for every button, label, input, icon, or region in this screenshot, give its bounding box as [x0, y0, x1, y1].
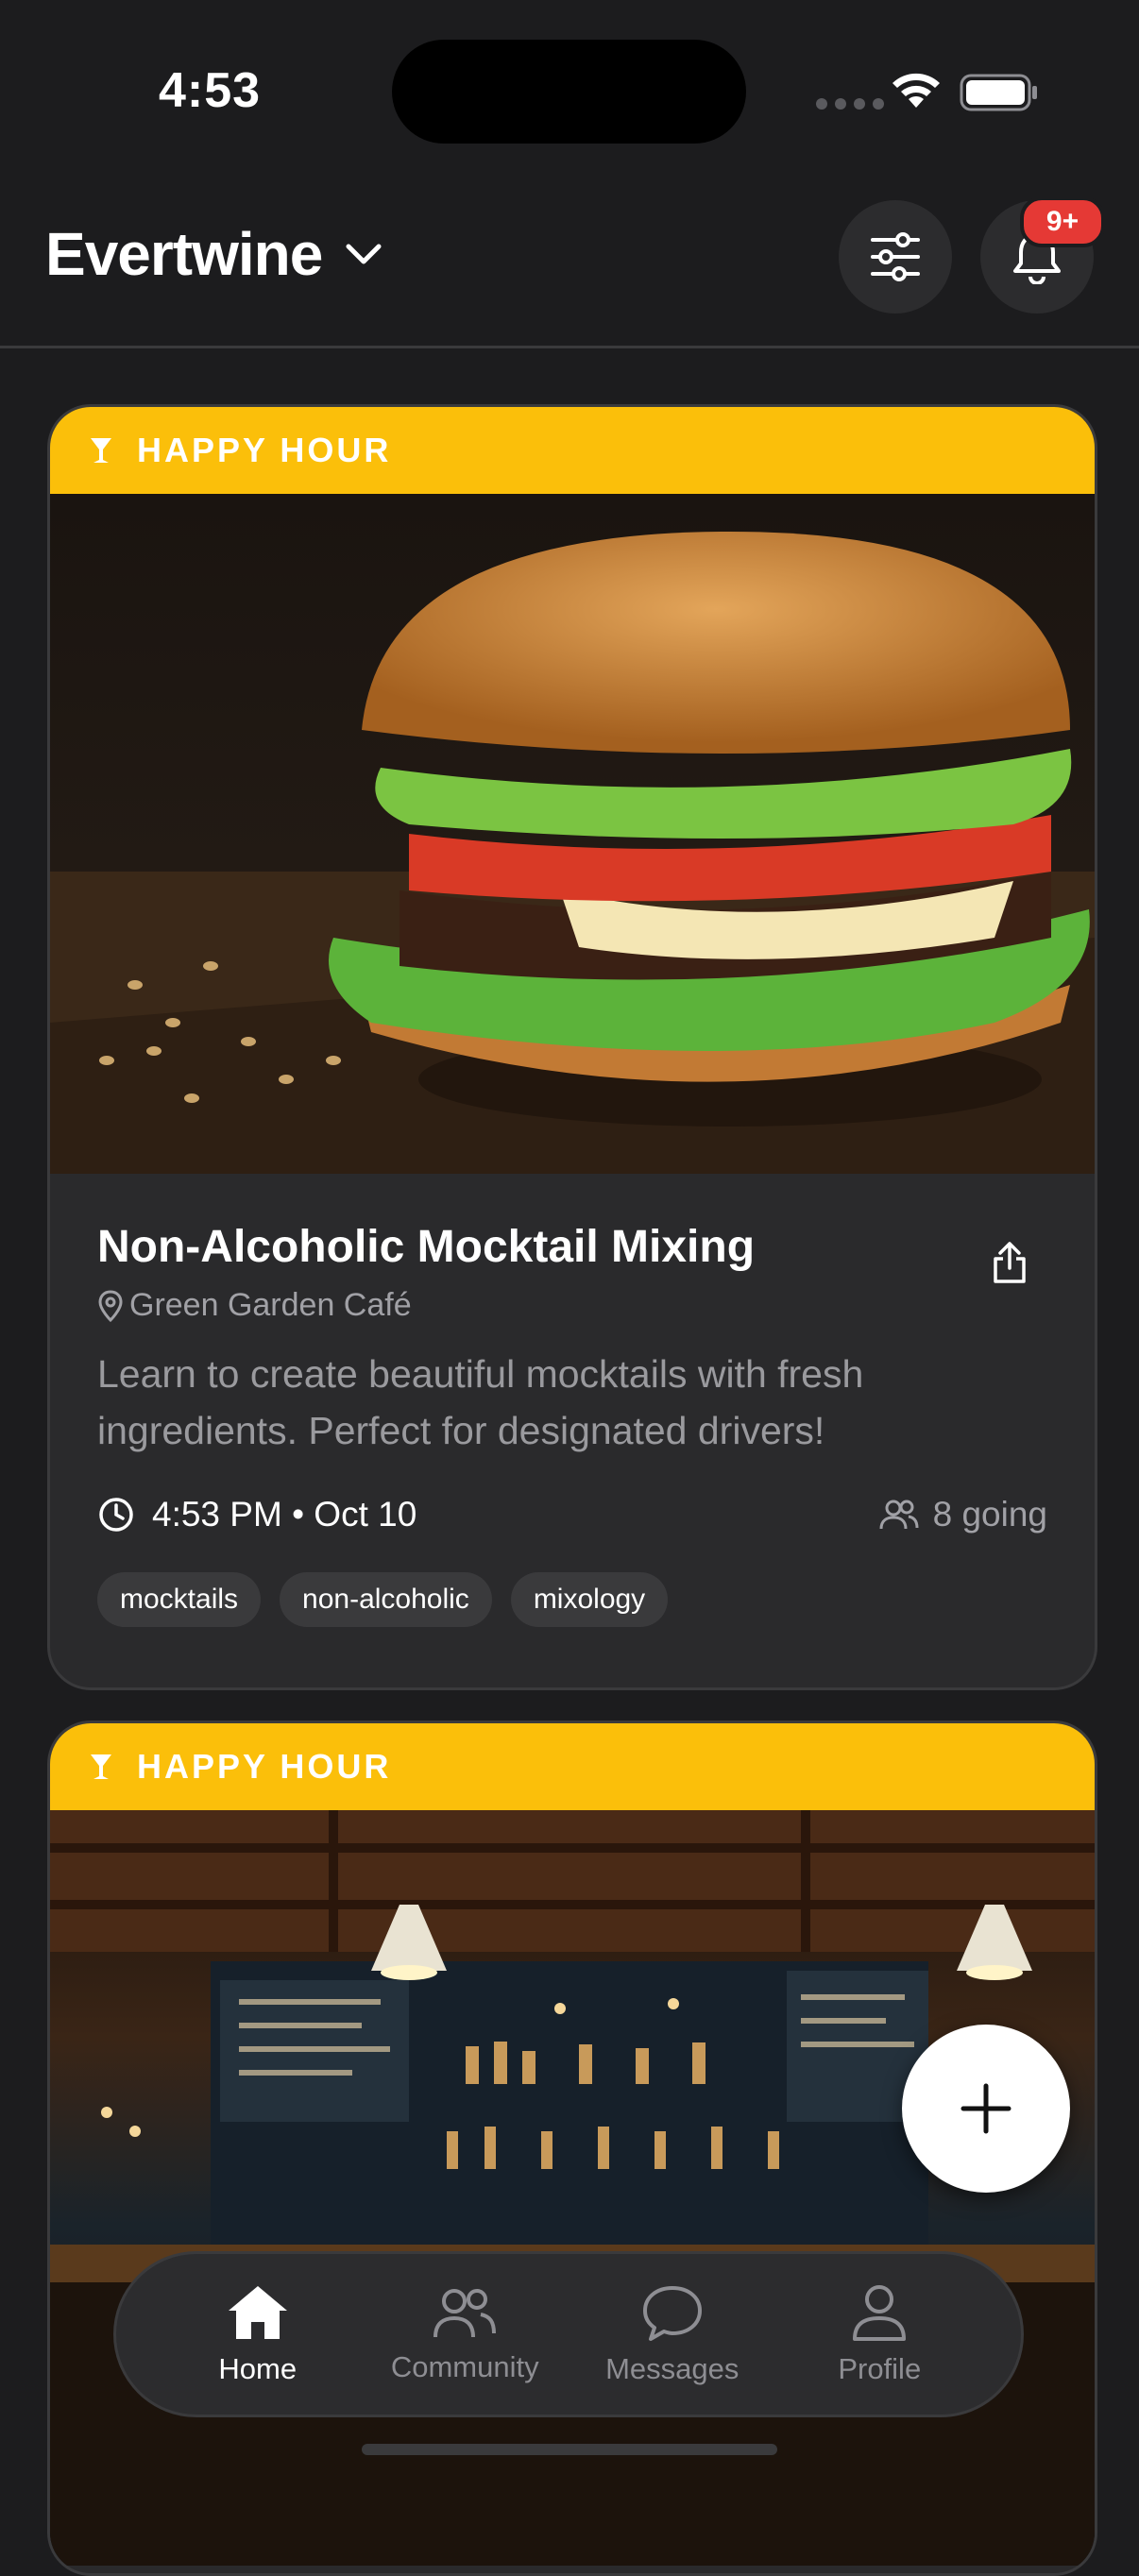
community-icon [434, 2289, 497, 2338]
tab-profile[interactable]: Profile [785, 2282, 974, 2386]
wifi-icon [892, 73, 940, 108]
plus-icon [960, 2083, 1012, 2134]
burger-photo [50, 532, 1095, 1174]
notification-badge: 9+ [1020, 196, 1105, 247]
profile-icon [853, 2285, 907, 2341]
sliders-icon [871, 232, 920, 281]
chevron-down-icon [346, 244, 382, 264]
filter-button[interactable] [839, 200, 952, 314]
tab-label: Community [390, 2350, 539, 2383]
share-icon[interactable] [991, 1240, 1028, 1285]
home-icon [228, 2286, 287, 2339]
app-title: Evertwine [45, 220, 323, 288]
tab-label: Messages [605, 2352, 740, 2385]
clock-icon [99, 1498, 133, 1532]
messages-icon [642, 2286, 702, 2341]
status-bar: 4:53 [0, 0, 1139, 179]
tag-chip[interactable]: non-alcoholic [280, 1572, 492, 1627]
tab-community[interactable]: Community [370, 2284, 559, 2384]
event-description: Learn to create beautiful mocktails with… [97, 1352, 864, 1452]
tab-home[interactable]: Home [163, 2282, 352, 2386]
category-label: HAPPY HOUR [137, 431, 392, 469]
event-card[interactable]: HAPPY HOUR Non-Alcoholic Mocktail Mixing [47, 404, 1097, 1690]
tag-chip[interactable]: mixology [510, 1572, 669, 1627]
cocktail-glass-icon [91, 1754, 111, 1779]
map-pin-icon [98, 1289, 123, 1322]
event-image [50, 494, 1095, 1174]
people-icon [879, 1500, 919, 1530]
tab-messages[interactable]: Messages [578, 2282, 767, 2386]
cellular-signal-icon [816, 98, 884, 110]
event-location: Green Garden Café [97, 1287, 412, 1324]
dynamic-island [392, 40, 746, 144]
home-indicator [362, 2444, 777, 2455]
location-name: Green Garden Café [129, 1287, 412, 1323]
community-switcher[interactable]: Evertwine [45, 219, 382, 289]
category-banner: HAPPY HOUR [50, 407, 1095, 494]
tag-list: mocktails non-alcoholic mixology [97, 1572, 669, 1627]
tag-chip[interactable]: mocktails [97, 1572, 262, 1627]
bottom-tab-bar: Home Community Messages Profile [113, 2251, 1024, 2417]
event-meta: 4:53 PM • Oct 10 8 going [97, 1495, 1047, 1534]
tab-label: Home [218, 2352, 298, 2385]
event-time: 4:53 PM • Oct 10 [152, 1495, 417, 1534]
battery-icon [960, 74, 1037, 111]
create-event-button[interactable] [902, 2025, 1070, 2193]
category-banner: HAPPY HOUR [50, 1723, 1095, 1810]
event-title: Non-Alcoholic Mocktail Mixing [97, 1222, 756, 1272]
app-header: Evertwine 9+ [0, 179, 1139, 348]
attendee-count: 8 going [932, 1495, 1047, 1534]
category-label: HAPPY HOUR [137, 1747, 392, 1786]
tab-label: Profile [838, 2352, 922, 2385]
status-time: 4:53 [159, 63, 262, 118]
cocktail-glass-icon [91, 438, 111, 463]
